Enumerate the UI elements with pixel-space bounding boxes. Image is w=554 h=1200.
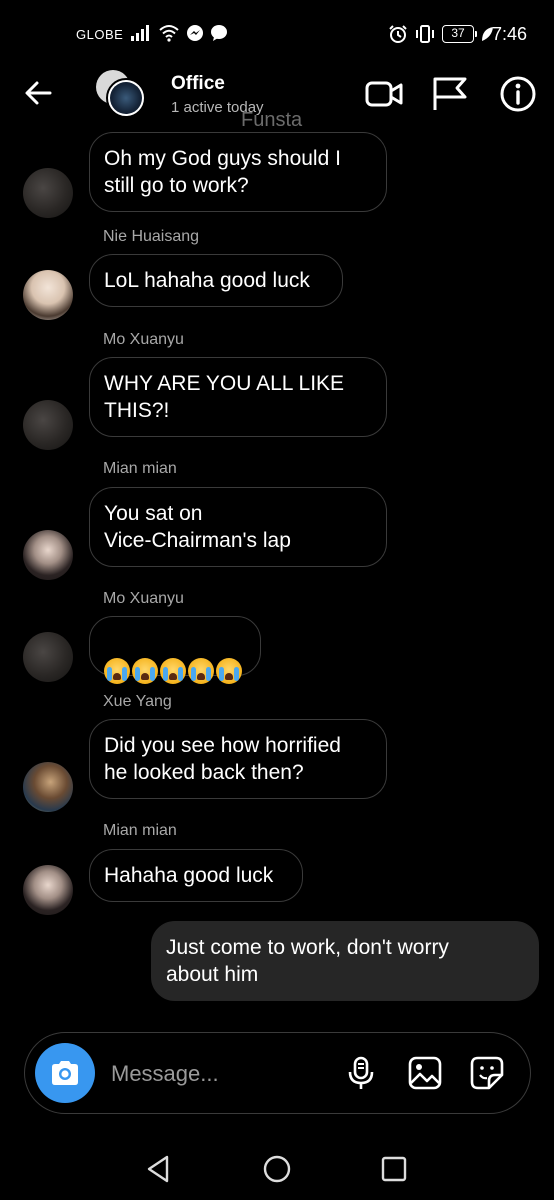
message-bubble[interactable]: Oh my God guys should I still go to work… bbox=[89, 132, 387, 212]
nav-back-icon[interactable] bbox=[141, 1152, 175, 1186]
messenger-icon bbox=[187, 25, 203, 41]
arrow-left-icon[interactable] bbox=[22, 76, 56, 110]
sticker-icon[interactable] bbox=[469, 1055, 505, 1091]
group-avatar[interactable] bbox=[96, 70, 152, 120]
message-bubble[interactable]: LoL hahaha good luck bbox=[89, 254, 343, 307]
outgoing-message-bubble[interactable]: Just come to work, don't worry about him bbox=[151, 921, 539, 1001]
avatar[interactable] bbox=[23, 865, 73, 915]
status-icons-right: 37 bbox=[388, 24, 494, 44]
crying-emoji-icon bbox=[160, 658, 186, 684]
avatar[interactable] bbox=[23, 530, 73, 580]
sender-name: Xue Yang bbox=[103, 693, 172, 710]
sender-name: Mo Xuanyu bbox=[103, 590, 184, 607]
alarm-icon bbox=[389, 25, 407, 43]
crying-emoji-icon bbox=[104, 658, 130, 684]
chat-bubble-icon bbox=[211, 25, 227, 41]
status-icons-left bbox=[130, 24, 228, 42]
flag-icon[interactable] bbox=[430, 74, 470, 114]
group-avatar-front bbox=[106, 78, 146, 118]
group-title[interactable]: Office bbox=[171, 73, 225, 95]
crying-emoji-icon bbox=[132, 658, 158, 684]
message-list[interactable]: Oh my God guys should I still go to work… bbox=[0, 124, 554, 1024]
video-camera-icon[interactable] bbox=[364, 74, 404, 114]
battery-indicator: 37 bbox=[442, 25, 477, 43]
info-icon[interactable] bbox=[498, 74, 538, 114]
message-composer bbox=[24, 1032, 531, 1114]
chat-header: Office 1 active today Funsta bbox=[0, 66, 554, 131]
message-bubble[interactable]: You sat on Vice-Chairman's lap bbox=[89, 487, 387, 567]
sender-name: Mian mian bbox=[103, 460, 177, 477]
avatar[interactable] bbox=[23, 168, 73, 218]
nav-home-icon[interactable] bbox=[260, 1152, 294, 1186]
image-icon[interactable] bbox=[407, 1055, 443, 1091]
nav-recents-icon[interactable] bbox=[377, 1152, 411, 1186]
clock: 7:46 bbox=[492, 24, 528, 44]
sender-name: Mo Xuanyu bbox=[103, 331, 184, 348]
message-bubble[interactable]: Hahaha good luck bbox=[89, 849, 303, 902]
carrier-name: GLOBE bbox=[76, 27, 124, 42]
sender-name: Mian mian bbox=[103, 822, 177, 839]
status-bar: GLOBE 37 7:46 bbox=[0, 0, 554, 66]
wifi-icon bbox=[159, 25, 179, 42]
message-bubble[interactable]: Did you see how horrified he looked back… bbox=[89, 719, 387, 799]
camera-icon bbox=[52, 1061, 78, 1085]
camera-button[interactable] bbox=[35, 1043, 95, 1103]
message-bubble[interactable]: WHY ARE YOU ALL LIKE THIS?! bbox=[89, 357, 387, 437]
system-nav-bar bbox=[0, 1140, 554, 1200]
emoji-message-bubble[interactable] bbox=[89, 616, 261, 684]
vibrate-icon bbox=[416, 25, 434, 43]
crying-emoji-icon bbox=[216, 658, 242, 684]
signal-icon bbox=[131, 25, 149, 41]
emoji-row bbox=[104, 658, 246, 684]
avatar[interactable] bbox=[23, 762, 73, 812]
avatar[interactable] bbox=[23, 270, 73, 320]
crying-emoji-icon bbox=[188, 658, 214, 684]
message-input[interactable] bbox=[111, 1059, 331, 1089]
microphone-icon[interactable] bbox=[343, 1055, 379, 1091]
sender-name: Nie Huaisang bbox=[103, 228, 200, 245]
avatar[interactable] bbox=[23, 400, 73, 450]
avatar[interactable] bbox=[23, 632, 73, 682]
